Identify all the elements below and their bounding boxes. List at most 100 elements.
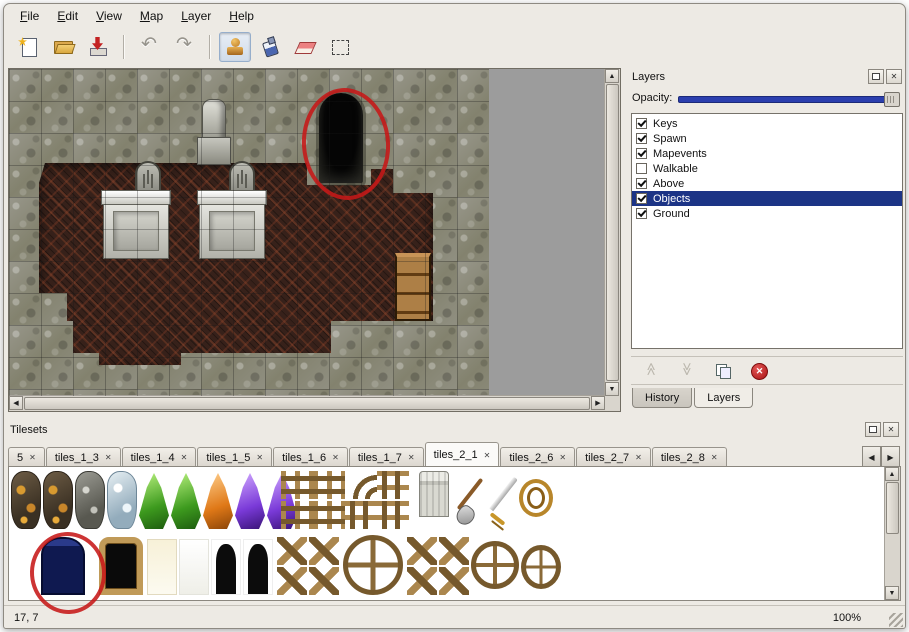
layer-visibility-checkbox[interactable] — [636, 163, 647, 174]
map-vscroll-thumb[interactable] — [606, 84, 619, 381]
tab-close-icon[interactable]: ✕ — [332, 453, 339, 462]
dock-tab-layers[interactable]: Layers — [694, 388, 753, 408]
scroll-up-icon[interactable]: ▲ — [605, 69, 619, 83]
tab-close-icon[interactable]: ✕ — [105, 453, 112, 462]
close-panel-icon[interactable]: ✕ — [886, 69, 902, 84]
tile-arch-black[interactable] — [243, 539, 273, 595]
tile-rail-h[interactable] — [313, 501, 345, 529]
layer-visibility-checkbox[interactable] — [636, 208, 647, 219]
layer-visibility-checkbox[interactable] — [636, 193, 647, 204]
new-button[interactable] — [12, 32, 44, 62]
tile-rail-h[interactable] — [281, 471, 313, 499]
tile-rail-x[interactable] — [439, 537, 469, 565]
scroll-down-icon[interactable]: ▼ — [605, 382, 619, 396]
layer-row-objects[interactable]: Objects — [632, 191, 902, 206]
tileset-tab-tiles_1_7[interactable]: tiles_1_7✕ — [349, 447, 424, 467]
undo-button[interactable] — [133, 32, 165, 62]
map-vertical-scrollbar[interactable]: ▲ ▼ — [604, 69, 620, 396]
tile-rail-x[interactable] — [439, 567, 469, 595]
menu-map[interactable]: Map — [132, 7, 171, 25]
map-hscroll-thumb[interactable] — [24, 397, 590, 410]
layers-move-down-button[interactable] — [673, 359, 701, 383]
tile-rail-x[interactable] — [407, 567, 437, 595]
fill-button[interactable] — [254, 32, 286, 62]
float-panel-icon[interactable] — [865, 422, 881, 437]
tabs-scroll-right-icon[interactable]: ▶ — [881, 446, 900, 468]
redo-button[interactable] — [168, 32, 200, 62]
menu-edit[interactable]: Edit — [49, 7, 86, 25]
tile-rail-x[interactable] — [277, 567, 307, 595]
tab-close-icon[interactable]: ✕ — [635, 453, 642, 462]
tab-close-icon[interactable]: ✕ — [408, 453, 415, 462]
tile-sword[interactable] — [487, 473, 517, 527]
menu-file[interactable]: File — [12, 7, 47, 25]
layer-row-mapevents[interactable]: Mapevents — [632, 146, 902, 161]
save-button[interactable] — [82, 32, 114, 62]
tile-rock-gray[interactable] — [75, 471, 105, 529]
tile-rail-h[interactable] — [281, 501, 313, 529]
tileset-vscroll-thumb[interactable] — [886, 482, 899, 534]
tile-shovel[interactable] — [455, 473, 485, 527]
tile-rail-x[interactable] — [309, 567, 339, 595]
tile-crystal-orange[interactable] — [203, 473, 233, 529]
dock-tab-history[interactable]: History — [632, 388, 692, 408]
tile-whip[interactable] — [519, 479, 553, 517]
close-panel-icon[interactable]: ✕ — [883, 422, 899, 437]
tileset-tab-tiles_2_1[interactable]: tiles_2_1✕ — [425, 442, 500, 467]
scroll-down-icon[interactable]: ▼ — [885, 586, 899, 600]
tile-ore-brown[interactable] — [11, 471, 41, 529]
tab-close-icon[interactable]: ✕ — [181, 453, 188, 462]
open-button[interactable] — [47, 32, 79, 62]
layer-row-walkable[interactable]: Walkable — [632, 161, 902, 176]
layers-move-up-button[interactable] — [637, 359, 665, 383]
tile-crystal-green[interactable] — [139, 473, 169, 529]
layer-visibility-checkbox[interactable] — [636, 148, 647, 159]
tileset-tab-tiles_1_4[interactable]: tiles_1_4✕ — [122, 447, 197, 467]
select-button[interactable] — [324, 32, 356, 62]
map-horizontal-scrollbar[interactable]: ◀ ▶ — [9, 395, 605, 411]
tile-arch-black[interactable] — [211, 539, 241, 595]
opacity-slider-handle[interactable] — [884, 92, 900, 107]
tab-close-icon[interactable]: ✕ — [484, 451, 491, 460]
tileset-tab-tiles_1_6[interactable]: tiles_1_6✕ — [273, 447, 348, 467]
layer-visibility-checkbox[interactable] — [636, 178, 647, 189]
stamp-button[interactable] — [219, 32, 251, 62]
opacity-slider-track[interactable] — [678, 96, 900, 103]
tileset-content[interactable] — [9, 467, 884, 600]
layer-row-ground[interactable]: Ground — [632, 206, 902, 221]
layer-visibility-checkbox[interactable] — [636, 118, 647, 129]
tile-rail-x[interactable] — [277, 537, 307, 565]
tile-wheel[interactable] — [343, 535, 403, 595]
layer-visibility-checkbox[interactable] — [636, 133, 647, 144]
tileset-tab-5[interactable]: 5✕ — [8, 447, 45, 467]
tileset-tab-tiles_2_8[interactable]: tiles_2_8✕ — [652, 447, 727, 467]
tile-rail-corner[interactable] — [345, 471, 377, 499]
tab-close-icon[interactable]: ✕ — [29, 453, 36, 462]
tile-rail-v[interactable] — [377, 501, 409, 529]
scroll-right-icon[interactable]: ▶ — [591, 396, 605, 410]
tile-rail-v[interactable] — [377, 471, 409, 499]
menu-help[interactable]: Help — [221, 7, 262, 25]
tile-rail-v[interactable] — [345, 501, 377, 529]
tile-rail-x[interactable] — [407, 537, 437, 565]
menu-view[interactable]: View — [88, 7, 130, 25]
layer-row-spawn[interactable]: Spawn — [632, 131, 902, 146]
tile-tile-white[interactable] — [179, 539, 209, 595]
tab-close-icon[interactable]: ✕ — [711, 453, 718, 462]
tileset-tab-tiles_2_7[interactable]: tiles_2_7✕ — [576, 447, 651, 467]
float-panel-icon[interactable] — [868, 69, 884, 84]
eraser-button[interactable] — [289, 32, 321, 62]
layer-row-above[interactable]: Above — [632, 176, 902, 191]
tile-crystal-green[interactable] — [171, 473, 201, 529]
tileset-vertical-scrollbar[interactable]: ▲ ▼ — [884, 467, 900, 600]
layer-row-keys[interactable]: Keys — [632, 116, 902, 131]
menu-layer[interactable]: Layer — [173, 7, 219, 25]
map-content[interactable] — [9, 69, 489, 396]
tile-tile-cream[interactable] — [147, 539, 177, 595]
tab-close-icon[interactable]: ✕ — [559, 453, 566, 462]
tab-close-icon[interactable]: ✕ — [256, 453, 263, 462]
layers-duplicate-button[interactable] — [709, 359, 737, 383]
layers-delete-button[interactable] — [745, 359, 773, 383]
tile-ore-brown[interactable] — [43, 471, 73, 529]
tileset-tab-tiles_1_5[interactable]: tiles_1_5✕ — [197, 447, 272, 467]
